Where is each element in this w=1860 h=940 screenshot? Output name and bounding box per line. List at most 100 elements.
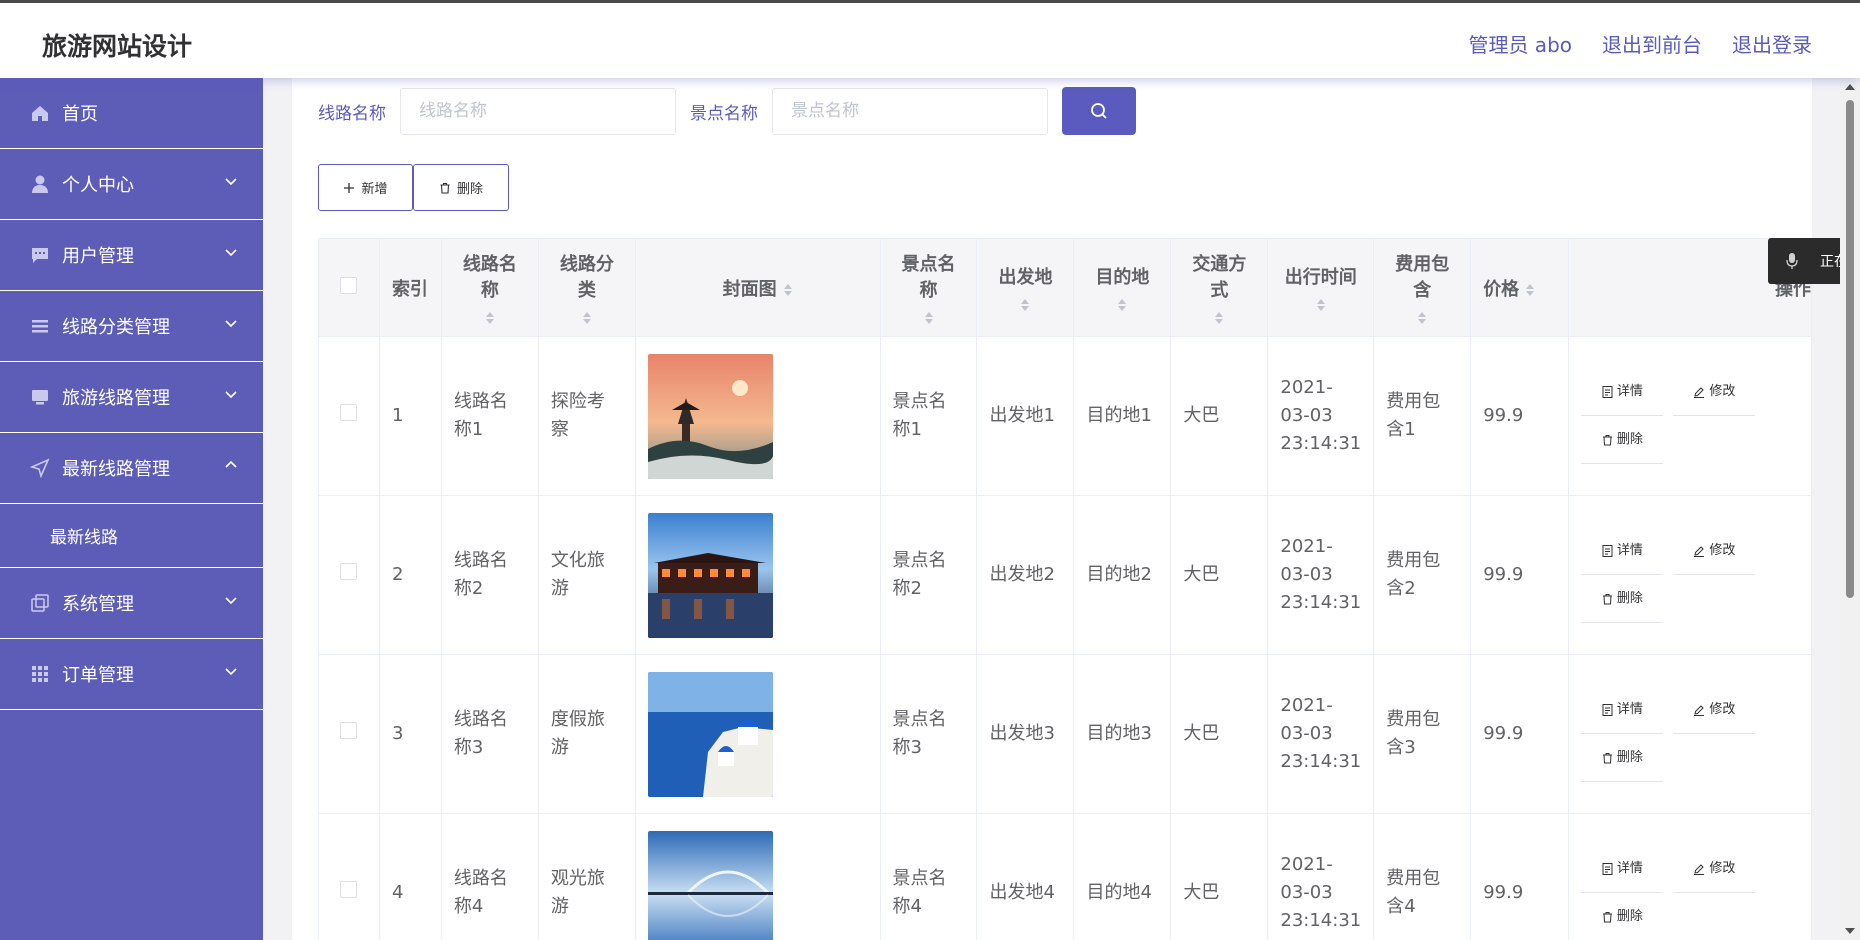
detail-button[interactable]: 详情	[1581, 368, 1664, 416]
header-origin[interactable]: 出发地	[976, 238, 1075, 337]
sidebar-item-travel-routes[interactable]: 旅游线路管理	[0, 362, 263, 433]
sidebar-item-label: 个人中心	[62, 175, 134, 196]
sort-icon[interactable]	[1214, 310, 1224, 326]
row-checkbox[interactable]	[340, 722, 358, 739]
document-icon	[1602, 385, 1613, 398]
scroll-thumb[interactable]	[1846, 100, 1854, 598]
cell-ops: 详情 修改 删除	[1568, 813, 1812, 940]
header-destination[interactable]: 目的地	[1073, 238, 1172, 337]
cell-index: 4	[378, 813, 442, 940]
sort-icon[interactable]	[924, 310, 934, 326]
sort-icon[interactable]	[1020, 297, 1030, 313]
sidebar-item-label: 系统管理	[62, 594, 134, 615]
cell-depart-time: 2021-03-03 23:14:31	[1267, 495, 1375, 655]
page-scrollbar[interactable]	[1840, 78, 1860, 940]
cell-ops: 详情 修改 删除	[1568, 336, 1812, 496]
sort-icon[interactable]	[783, 282, 793, 298]
sidebar-item-route-category[interactable]: 线路分类管理	[0, 291, 263, 362]
detail-button[interactable]: 详情	[1581, 527, 1664, 575]
edit-icon	[1694, 863, 1705, 875]
header-depart-time[interactable]: 出行时间	[1267, 238, 1375, 337]
edit-button[interactable]: 修改	[1673, 527, 1756, 575]
admin-user-link[interactable]: 管理员 abo	[1468, 29, 1572, 58]
edit-button[interactable]: 修改	[1673, 845, 1756, 893]
row-delete-button[interactable]: 删除	[1581, 893, 1663, 940]
cell-cover	[634, 495, 881, 655]
sidebar-item-personal-center[interactable]: 个人中心	[0, 149, 263, 220]
sort-icon[interactable]	[485, 310, 495, 326]
add-button-label: 新增	[361, 182, 388, 197]
row-select-cell	[318, 495, 380, 655]
chevron-down-icon	[225, 597, 237, 605]
edit-button[interactable]: 修改	[1673, 368, 1756, 416]
sidebar-subitem-label: 最新线路	[50, 528, 118, 548]
route-name-label: 线路名称	[318, 103, 386, 124]
search-icon	[1091, 103, 1107, 119]
header-cover[interactable]: 封面图	[634, 238, 881, 337]
cell-destination: 目的地4	[1073, 813, 1172, 940]
sidebar-item-latest-routes[interactable]: 最新线路管理	[0, 433, 263, 504]
chevron-down-icon	[225, 249, 237, 257]
scroll-down-arrow[interactable]	[1845, 928, 1855, 934]
select-all-checkbox[interactable]	[340, 276, 358, 294]
sidebar-item-user-management[interactable]: 用户管理	[0, 220, 263, 291]
add-button[interactable]: 新增	[318, 164, 413, 211]
cell-transport: 大巴	[1170, 495, 1269, 655]
sidebar: 首页 个人中心 用户管理 线路分类管理 旅游线路管理 最新线路管理 最新线路 系…	[0, 78, 263, 940]
exit-to-front-link[interactable]: 退出到前台	[1602, 29, 1702, 58]
edit-button[interactable]: 修改	[1673, 686, 1756, 734]
cell-transport: 大巴	[1170, 336, 1269, 496]
scroll-up-arrow[interactable]	[1845, 84, 1855, 90]
sidebar-subitem-latest-routes[interactable]: 最新线路	[0, 504, 263, 568]
header-transport[interactable]: 交通方式	[1170, 238, 1269, 337]
cell-fee-includes: 费用包含1	[1373, 336, 1472, 496]
header-spot-name[interactable]: 景点名称	[879, 238, 978, 337]
detail-button[interactable]: 详情	[1581, 686, 1664, 734]
cell-route-name: 线路名称4	[440, 813, 539, 940]
cell-cover	[634, 654, 881, 814]
sort-icon[interactable]	[1117, 297, 1127, 313]
cell-index: 3	[378, 654, 442, 814]
spot-name-input[interactable]	[772, 87, 1048, 135]
detail-button[interactable]: 详情	[1581, 845, 1664, 893]
home-icon	[30, 103, 50, 123]
route-name-input[interactable]	[400, 87, 676, 135]
header-price[interactable]: 价格	[1470, 238, 1570, 337]
row-checkbox[interactable]	[340, 404, 358, 421]
sidebar-item-order-management[interactable]: 订单管理	[0, 639, 263, 710]
sort-icon[interactable]	[1316, 297, 1326, 313]
search-button[interactable]	[1062, 87, 1136, 135]
voice-input-overlay[interactable]: 正在	[1768, 238, 1848, 284]
cell-spot-name: 景点名称4	[879, 813, 978, 940]
cell-route-name: 线路名称2	[440, 495, 539, 655]
plus-icon	[344, 182, 355, 193]
microphone-icon	[1786, 253, 1798, 269]
row-delete-button[interactable]: 删除	[1581, 575, 1664, 623]
trash-icon	[1602, 752, 1612, 763]
row-delete-button[interactable]: 删除	[1581, 416, 1664, 464]
sort-icon[interactable]	[582, 310, 592, 326]
sort-icon[interactable]	[1417, 310, 1427, 326]
row-delete-button[interactable]: 删除	[1581, 734, 1664, 782]
cover-image	[647, 671, 773, 797]
top-bar: 旅游网站设计 管理员 abo 退出到前台 退出登录	[0, 0, 1860, 78]
cell-fee-includes: 费用包含4	[1373, 813, 1472, 940]
cell-depart-time: 2021-03-03 23:14:31	[1267, 336, 1375, 496]
monitor-icon	[30, 387, 50, 407]
cell-price: 99.9	[1470, 654, 1570, 814]
header-category[interactable]: 线路分类	[537, 238, 636, 337]
sidebar-item-home[interactable]: 首页	[0, 78, 263, 149]
row-checkbox[interactable]	[340, 563, 358, 580]
row-checkbox[interactable]	[340, 881, 358, 898]
sidebar-item-system-management[interactable]: 系统管理	[0, 568, 263, 639]
delete-button[interactable]: 删除	[413, 164, 509, 211]
chevron-down-icon	[225, 391, 237, 399]
header-route-name[interactable]: 线路名称	[440, 238, 539, 337]
cell-origin: 出发地4	[976, 813, 1075, 940]
header-select-all	[318, 238, 380, 337]
logout-link[interactable]: 退出登录	[1732, 29, 1812, 58]
list-icon	[30, 316, 50, 336]
header-fee-includes[interactable]: 费用包含	[1373, 238, 1472, 337]
table-row: 2 线路名称2 文化旅游 景点名称2 出发地2 目的地2 大巴 2021-03-…	[318, 495, 1812, 655]
sort-icon[interactable]	[1525, 282, 1535, 298]
